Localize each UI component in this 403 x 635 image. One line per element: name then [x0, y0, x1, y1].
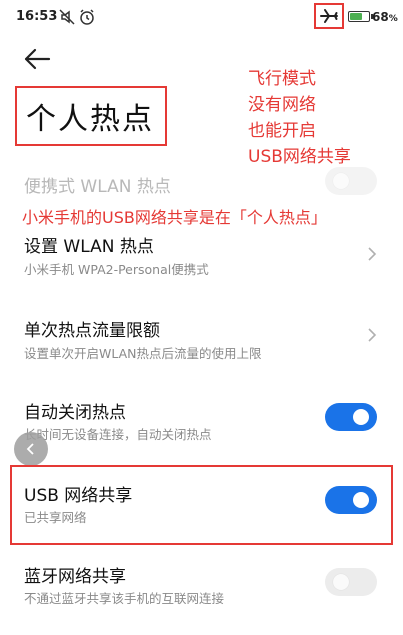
annotation-note: 飞行模式 没有网络 也能开启 USB网络共享 — [248, 66, 351, 170]
data-limit-subtitle: 设置单次开启WLAN热点后流量的使用上限 — [24, 346, 262, 361]
setup-hotspot-subtitle: 小米手机 WPA2-Personal便携式 — [24, 262, 209, 277]
chevron-left-icon — [26, 443, 34, 455]
bt-tethering-title: 蓝牙网络共享 — [24, 567, 126, 587]
bt-tethering-subtitle: 不通过蓝牙共享该手机的互联网连接 — [24, 591, 225, 606]
back-arrow-icon — [24, 48, 51, 70]
title-highlight: 个人热点 — [15, 86, 167, 146]
usb-tethering-toggle[interactable] — [325, 486, 377, 514]
auto-off-subtitle: 长时间无设备连接，自动关闭热点 — [24, 427, 212, 442]
bt-tethering-toggle[interactable] — [325, 568, 377, 596]
annotation-caption: 小米手机的USB网络共享是在「个人热点」 — [22, 208, 327, 227]
data-limit-row[interactable]: 单次热点流量限额 设置单次开启WLAN热点后流量的使用上限 — [0, 312, 403, 368]
auto-off-title: 自动关闭热点 — [24, 403, 126, 423]
data-limit-title: 单次热点流量限额 — [24, 321, 160, 341]
battery-fill — [350, 13, 362, 20]
battery-icon — [348, 11, 373, 22]
floating-back-button[interactable] — [14, 432, 48, 466]
usb-tethering-title: USB 网络共享 — [24, 486, 133, 506]
usb-tethering-subtitle: 已共享网络 — [24, 510, 87, 525]
auto-off-row[interactable]: 自动关闭热点 长时间无设备连接，自动关闭热点 — [0, 394, 403, 450]
portable-hotspot-row[interactable]: 便携式 WLAN 热点 — [0, 162, 403, 202]
annotation-line: 飞行模式 — [248, 69, 316, 89]
battery-percent: 68% — [372, 10, 398, 24]
annotation-line: 也能开启 — [248, 121, 316, 141]
bt-tethering-row[interactable]: 蓝牙网络共享 不通过蓝牙共享该手机的互联网连接 — [0, 562, 403, 618]
portable-hotspot-toggle[interactable] — [325, 167, 377, 195]
status-time: 16:53 — [16, 9, 58, 24]
portable-hotspot-title: 便携式 WLAN 热点 — [24, 177, 171, 197]
airplane-icon — [320, 7, 338, 25]
setup-hotspot-title: 设置 WLAN 热点 — [24, 237, 154, 257]
usb-tethering-row[interactable]: USB 网络共享 已共享网络 — [0, 477, 403, 533]
auto-off-toggle[interactable] — [325, 403, 377, 431]
setup-hotspot-row[interactable]: 设置 WLAN 热点 小米手机 WPA2-Personal便携式 — [0, 228, 403, 284]
status-bar: 16:53 68% — [0, 0, 403, 34]
page-title: 个人热点 — [26, 102, 154, 137]
back-button[interactable] — [22, 46, 52, 72]
mute-icon — [58, 8, 76, 26]
airplane-mode-highlight — [314, 3, 344, 29]
chevron-right-icon — [367, 327, 377, 343]
alarm-icon — [78, 8, 96, 26]
annotation-line: 没有网络 — [248, 95, 316, 115]
chevron-right-icon — [367, 246, 377, 262]
